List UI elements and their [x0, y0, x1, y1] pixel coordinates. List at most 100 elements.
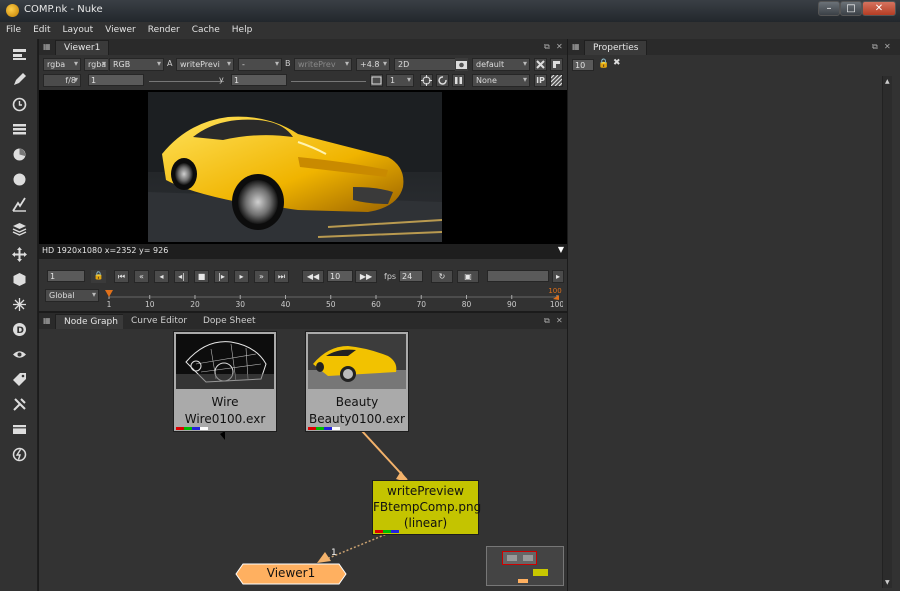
pane-menu-icon[interactable]: ▦ — [43, 316, 51, 325]
a-input-dropdown[interactable]: writePrevi — [176, 58, 234, 71]
time-icon[interactable] — [11, 96, 27, 112]
lut-dropdown[interactable]: default — [472, 58, 530, 71]
clear-panels-icon[interactable]: ✖ — [613, 58, 621, 68]
maximize-button[interactable]: □ — [840, 1, 862, 16]
camera-icon[interactable] — [455, 58, 468, 71]
node-graph-minimap[interactable] — [486, 546, 564, 586]
proxy-dropdown[interactable]: 1 — [386, 74, 414, 87]
fstop-dropdown[interactable]: f/8 — [43, 74, 81, 87]
menu-render[interactable]: Render — [142, 22, 186, 35]
tab-dope-sheet[interactable]: Dope Sheet — [195, 314, 264, 329]
refresh-viewer-icon[interactable] — [534, 58, 547, 71]
prev-frame-button[interactable]: ◂ — [154, 270, 169, 283]
menu-viewer[interactable]: Viewer — [99, 22, 142, 35]
frame-range-dropdown[interactable]: Global — [45, 289, 99, 302]
update-icon[interactable] — [436, 74, 449, 87]
draw-icon[interactable] — [11, 71, 27, 87]
frame-field[interactable]: 1 — [47, 270, 85, 282]
filter-icon[interactable] — [11, 171, 27, 187]
timeline-options-button[interactable]: ▸ — [552, 270, 564, 283]
3d-icon[interactable] — [11, 271, 27, 287]
flipbook-button[interactable]: ▣ — [457, 270, 479, 283]
keyer-icon[interactable] — [11, 196, 27, 212]
pane-menu-icon[interactable]: ▦ — [572, 42, 580, 51]
next-keyframe-button[interactable]: » — [254, 270, 269, 283]
b-input-dropdown[interactable]: writePrev — [294, 58, 352, 71]
gamma-field[interactable]: 1 — [231, 74, 287, 86]
viewer-node[interactable]: Viewer1 — [235, 563, 347, 585]
write-node[interactable]: writePreview FBtempComp.png (linear) — [372, 480, 481, 535]
menu-help[interactable]: Help — [226, 22, 259, 35]
playhead-marker[interactable] — [105, 290, 113, 297]
views-icon[interactable] — [11, 346, 27, 362]
pause-icon[interactable] — [452, 74, 465, 87]
close-pane-icon[interactable]: ✕ — [556, 316, 563, 325]
wipe-op-dropdown[interactable]: - — [238, 58, 282, 71]
close-pane-icon[interactable]: ✕ — [556, 42, 563, 51]
merge-icon[interactable] — [11, 221, 27, 237]
gain-slider[interactable] — [149, 81, 224, 82]
first-frame-button[interactable]: ⏮ — [114, 270, 129, 283]
deep-icon[interactable]: D — [11, 321, 27, 337]
lock-range-icon[interactable]: 🔒 — [91, 270, 106, 283]
channel-icon[interactable] — [11, 121, 27, 137]
ip-button[interactable]: IP — [534, 74, 547, 87]
gain-field[interactable]: 1 — [88, 74, 144, 86]
next-frame-button[interactable]: ▸ — [234, 270, 249, 283]
lock-properties-icon[interactable]: 🔒 — [598, 59, 609, 69]
float-pane-icon[interactable]: ⧉ — [544, 42, 550, 52]
menu-cache[interactable]: Cache — [186, 22, 226, 35]
menu-file[interactable]: File — [0, 22, 27, 35]
node-graph-canvas[interactable]: Wire Wire0100.exr Beauty Beauty0100.exr — [39, 330, 567, 591]
roi-dropdown[interactable]: None — [472, 74, 530, 87]
transform-icon[interactable] — [11, 246, 27, 262]
close-pane-icon[interactable]: ✕ — [884, 42, 891, 51]
fps-field[interactable]: 24 — [399, 270, 423, 282]
ocio-icon[interactable] — [550, 58, 563, 71]
metadata-icon[interactable] — [11, 371, 27, 387]
clip-warning-icon[interactable] — [550, 74, 563, 87]
menu-layout[interactable]: Layout — [57, 22, 100, 35]
particles-icon[interactable] — [11, 296, 27, 312]
other-icon[interactable] — [11, 421, 27, 437]
loop-mode-button[interactable]: ↻ — [431, 270, 453, 283]
read-node-wire[interactable]: Wire Wire0100.exr — [173, 331, 277, 432]
tab-properties[interactable]: Properties — [584, 40, 648, 55]
timeline-ruler[interactable]: 1 10 20 30 40 50 60 70 80 90 100 100 — [101, 287, 563, 309]
last-frame-button[interactable]: ⏭ — [274, 270, 289, 283]
timecode-field[interactable] — [487, 270, 549, 282]
skip-back-button[interactable]: ◀◀ — [302, 270, 324, 283]
max-panels-field[interactable]: 10 — [572, 59, 594, 71]
roi-icon[interactable] — [420, 74, 433, 87]
read-node-beauty[interactable]: Beauty Beauty0100.exr — [305, 331, 409, 432]
tab-viewer1[interactable]: Viewer1 — [55, 40, 110, 55]
frame-increment-field[interactable]: 10 — [327, 270, 353, 282]
float-pane-icon[interactable]: ⧉ — [544, 316, 550, 326]
pane-menu-icon[interactable]: ▦ — [43, 42, 51, 51]
info-menu-icon[interactable]: ▼ — [558, 245, 564, 254]
float-pane-icon[interactable]: ⧉ — [872, 42, 878, 52]
color-icon[interactable] — [11, 146, 27, 162]
skip-forward-button[interactable]: ▶▶ — [355, 270, 377, 283]
menu-edit[interactable]: Edit — [27, 22, 56, 35]
gamma-slider[interactable] — [291, 81, 366, 82]
viewer-canvas[interactable] — [39, 90, 567, 244]
zoom-dropdown[interactable]: +4.8 — [356, 58, 390, 71]
tab-curve-editor[interactable]: Curve Editor — [123, 314, 196, 329]
channels-dropdown[interactable]: rgba — [43, 58, 81, 71]
proxy-toggle-icon[interactable] — [370, 74, 383, 87]
properties-scrollbar[interactable]: ▲ ▼ — [882, 76, 892, 588]
image-icon[interactable] — [11, 46, 27, 62]
tab-node-graph[interactable]: Node Graph — [55, 314, 127, 329]
layer-dropdown[interactable]: rgba — [84, 58, 108, 71]
close-button[interactable]: ✕ — [862, 1, 896, 16]
minimize-button[interactable]: – — [818, 1, 840, 16]
play-forward-button[interactable]: |▸ — [214, 270, 229, 283]
prev-keyframe-button[interactable]: « — [134, 270, 149, 283]
toolsets-icon[interactable] — [11, 396, 27, 412]
stop-button[interactable]: ■ — [194, 270, 209, 283]
timeline[interactable]: Global 1 10 20 30 40 50 60 70 80 90 100 100 — [39, 287, 567, 309]
nuke-icon[interactable] — [11, 446, 27, 462]
display-channel-dropdown[interactable]: RGB — [109, 58, 164, 71]
play-backward-button[interactable]: ◂| — [174, 270, 189, 283]
